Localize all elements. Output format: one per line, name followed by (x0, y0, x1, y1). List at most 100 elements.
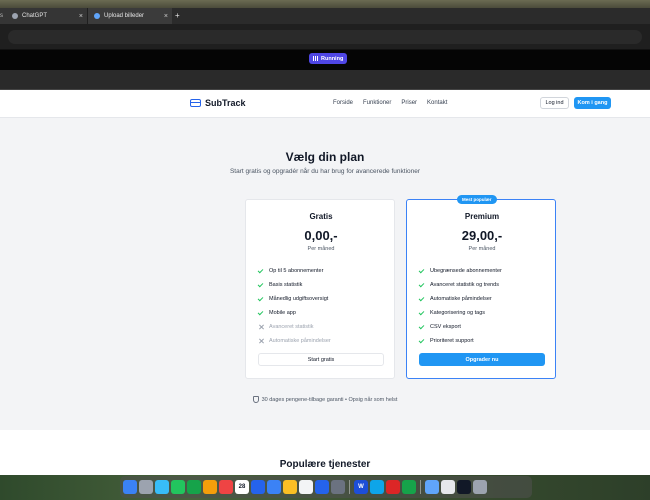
launchpad-icon[interactable] (139, 480, 153, 494)
check-icon (258, 268, 264, 274)
check-icon (258, 310, 264, 316)
messenger-icon[interactable] (267, 480, 281, 494)
messages-icon[interactable] (171, 480, 185, 494)
login-button[interactable]: Log ind (540, 97, 569, 109)
screenshot-icon[interactable] (441, 480, 455, 494)
tab-label: ChatGPT (22, 13, 48, 19)
powerpoint-icon[interactable] (386, 480, 400, 494)
address-bar-area (0, 24, 650, 50)
feature-text: Kategorisering og tags (430, 310, 486, 316)
feature-text: Avanceret statistik (269, 324, 314, 330)
tab-overflow-glyph: s (0, 13, 3, 19)
check-icon (419, 338, 425, 344)
nav-forside[interactable]: Forside (333, 100, 353, 106)
main-nav: Forside Funktioner Priser Kontakt (333, 100, 447, 106)
x-icon (258, 324, 264, 330)
feature-item: Basis statistik (258, 278, 331, 292)
x-icon (258, 338, 264, 344)
brand-logo[interactable]: SubTrack (190, 98, 246, 108)
running-label: Running (321, 55, 344, 62)
facetime-icon[interactable] (187, 480, 201, 494)
feature-item: Avanceret statistik og trends (419, 278, 502, 292)
notes-icon[interactable] (283, 480, 297, 494)
upgrade-button[interactable]: Opgrader nu (419, 353, 545, 366)
feature-item: Kategorisering og tags (419, 306, 502, 320)
guarantee-note: 30 dages pengene-tilbage garanti • Opsig… (0, 396, 650, 403)
feature-text: Prioriteret support (430, 338, 474, 344)
feature-text: Ubegrænsede abonnementer (430, 268, 502, 274)
services-title: Populære tjenester (279, 459, 371, 470)
tab-chatgpt[interactable]: s ChatGPT × (0, 8, 88, 24)
check-icon (419, 282, 425, 288)
plan-name: Gratis (309, 212, 333, 221)
plan-period: Per måned (468, 246, 496, 252)
tab-upload[interactable]: Upload billeder × (88, 8, 172, 24)
folder-icon[interactable] (425, 480, 439, 494)
check-icon (258, 282, 264, 288)
outlook-icon[interactable] (370, 480, 384, 494)
settings-icon[interactable] (331, 480, 345, 494)
feature-item: Op til 5 abonnementer (258, 264, 331, 278)
tab-label: Upload billeder (104, 13, 145, 19)
brand-name: SubTrack (205, 98, 246, 108)
feature-text: CSV eksport (430, 324, 461, 330)
feature-list: Ubegrænsede abonnementer Avanceret stati… (419, 264, 502, 348)
nav-kontakt[interactable]: Kontakt (427, 100, 447, 106)
feature-item: Automatiske påmindelser (419, 292, 502, 306)
numbers-icon[interactable] (402, 480, 416, 494)
dock-separator (349, 480, 350, 494)
grip-icon (313, 56, 318, 61)
tab-close-icon[interactable]: × (79, 13, 83, 20)
chatgpt-favicon-icon (12, 13, 18, 19)
get-started-button[interactable]: Kom i gang (574, 97, 611, 109)
tasks-icon[interactable] (315, 480, 329, 494)
appstore-icon[interactable] (251, 480, 265, 494)
plan-price: 29,00,- (461, 228, 503, 243)
feature-item: Månedlig udgiftsoversigt (258, 292, 331, 306)
feature-text: Automatiske påmindelser (269, 338, 331, 344)
nav-priser[interactable]: Priser (401, 100, 417, 106)
new-tab-icon[interactable]: + (175, 8, 180, 24)
pricing-subtitle: Start gratis og opgradér når du har brug… (229, 168, 421, 175)
nav-funktioner[interactable]: Funktioner (363, 100, 391, 106)
tab-close-icon[interactable]: × (164, 13, 168, 20)
word-icon[interactable]: W (354, 480, 368, 494)
tab-bar: s ChatGPT × Upload billeder × (0, 8, 650, 24)
pricing-title: Vælg din plan (285, 150, 365, 164)
plan-card-premium: Premium 29,00,- Per måned Ubegrænsede ab… (406, 199, 556, 379)
feature-item-disabled: Automatiske påmindelser (258, 334, 331, 348)
popular-badge: Mest populær (457, 195, 497, 204)
reminders-icon[interactable] (299, 480, 313, 494)
dock-separator (420, 480, 421, 494)
finder-icon[interactable] (123, 480, 137, 494)
check-icon (419, 310, 425, 316)
feature-text: Automatiske påmindelser (430, 296, 492, 302)
plan-card-free: Gratis 0,00,- Per måned Op til 5 abonnem… (245, 199, 395, 379)
feature-item: CSV eksport (419, 320, 502, 334)
shield-icon (252, 396, 259, 403)
photos-icon[interactable] (203, 480, 217, 494)
plan-name: Premium (464, 212, 500, 221)
feature-list: Op til 5 abonnementer Basis statistik Må… (258, 264, 331, 348)
plan-price: 0,00,- (304, 228, 338, 243)
feature-text: Basis statistik (269, 282, 303, 288)
check-icon (258, 296, 264, 302)
feature-item: Ubegrænsede abonnementer (419, 264, 502, 278)
check-icon (419, 296, 425, 302)
chrome-icon[interactable] (219, 480, 233, 494)
feature-text: Op til 5 abonnementer (269, 268, 324, 274)
plan-period: Per måned (307, 246, 335, 252)
feature-text: Avanceret statistik og trends (430, 282, 499, 288)
start-free-button[interactable]: Start gratis (258, 353, 384, 366)
mail-icon[interactable] (155, 480, 169, 494)
upload-favicon-icon (94, 13, 100, 19)
trash-icon[interactable] (473, 480, 487, 494)
feature-item-disabled: Avanceret statistik (258, 320, 331, 334)
running-indicator[interactable]: Running (309, 53, 348, 64)
preview-icon[interactable] (457, 480, 471, 494)
dock: 28 W (120, 476, 532, 498)
address-bar[interactable] (8, 30, 642, 44)
calendar-icon[interactable]: 28 (235, 480, 249, 494)
check-icon (419, 268, 425, 274)
toolbar-area (0, 70, 650, 90)
